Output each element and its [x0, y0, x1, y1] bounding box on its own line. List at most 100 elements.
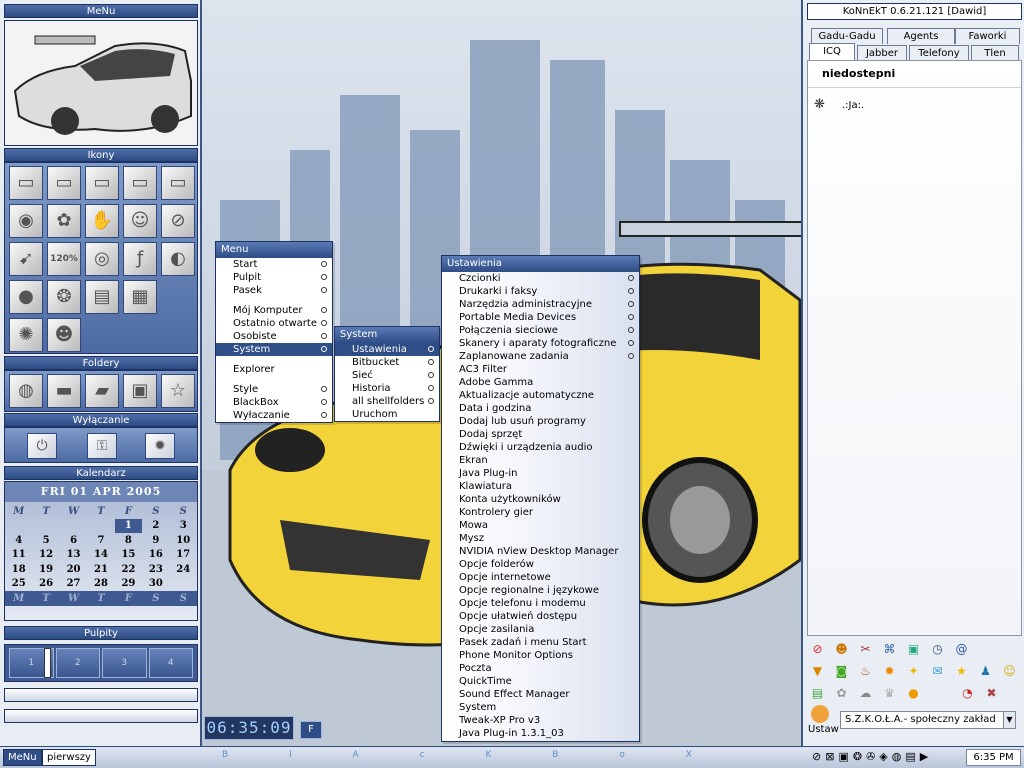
- tray-icon[interactable]: ▶: [920, 750, 928, 763]
- settings-menu-item[interactable]: Kontrolery gier: [442, 506, 639, 519]
- main-menu-item[interactable]: Pulpit: [216, 271, 332, 284]
- system-menu-item[interactable]: Ustawienia: [335, 343, 439, 356]
- calendar-day[interactable]: 6: [60, 533, 87, 548]
- calendar-day[interactable]: 19: [32, 562, 59, 577]
- tab-tlen[interactable]: Tlen: [971, 45, 1019, 61]
- sphere-icon[interactable]: ●: [9, 280, 43, 314]
- award-icon[interactable]: ♛: [881, 684, 898, 701]
- tab-icq[interactable]: ICQ: [809, 43, 855, 61]
- settings-menu-item[interactable]: Opcje regionalne i językowe: [442, 584, 639, 597]
- calendar-day[interactable]: 5: [32, 533, 59, 548]
- menu-title[interactable]: MeNu: [4, 4, 198, 18]
- settings-menu-item[interactable]: Java Plug-in 1.3.1_03: [442, 727, 639, 740]
- settings-menu-item[interactable]: Tweak-XP Pro v3: [442, 714, 639, 727]
- calendar-day[interactable]: 14: [87, 548, 114, 563]
- calendar-day[interactable]: 25: [5, 577, 32, 592]
- drive-icon[interactable]: ▭: [161, 166, 195, 200]
- clock-icon[interactable]: ◷: [929, 640, 946, 657]
- main-menu-item[interactable]: Ostatnio otwarte: [216, 317, 332, 330]
- calendar-day[interactable]: 10: [170, 533, 197, 548]
- calendar-day[interactable]: 22: [115, 562, 142, 577]
- settings-menu-item[interactable]: Phone Monitor Options: [442, 649, 639, 662]
- settings-menu-item[interactable]: Dźwięki i urządzenia audio: [442, 441, 639, 454]
- film-icon[interactable]: ▤: [85, 280, 119, 314]
- main-menu-item[interactable]: BlackBox: [216, 396, 332, 409]
- main-menu-item[interactable]: Style: [216, 383, 332, 396]
- chevron-down-icon[interactable]: ▼: [1003, 712, 1015, 728]
- settings-menu-item[interactable]: Opcje internetowe: [442, 571, 639, 584]
- checker-icon[interactable]: ▦: [123, 280, 157, 314]
- star-folder-icon[interactable]: ☆: [161, 374, 195, 408]
- messenger-icon[interactable]: ✿: [47, 204, 81, 238]
- calendar-day[interactable]: 13: [60, 548, 87, 563]
- tray-icon[interactable]: ⊘: [812, 750, 821, 763]
- settings-menu-item[interactable]: Opcje folderów: [442, 558, 639, 571]
- tab-telefony[interactable]: Telefony: [909, 45, 969, 61]
- f-button[interactable]: F: [300, 721, 322, 739]
- calendar-day[interactable]: 28: [87, 577, 114, 592]
- calendar-day[interactable]: 17: [170, 548, 197, 563]
- tray-icon[interactable]: ⊠: [825, 750, 834, 763]
- workspace-2[interactable]: 2: [55, 648, 100, 678]
- settings-menu-item[interactable]: Zaplanowane zadania: [442, 350, 639, 363]
- drive-icon[interactable]: ▭: [47, 166, 81, 200]
- calendar-day[interactable]: 8: [115, 533, 142, 548]
- tab-faworki[interactable]: Faworki: [955, 28, 1020, 44]
- key-icon[interactable]: ⚿: [87, 433, 117, 459]
- settings-menu-item[interactable]: Skanery i aparaty fotograficzne: [442, 337, 639, 350]
- firefox-icon[interactable]: ◉: [9, 204, 43, 238]
- folder-icon[interactable]: ▰: [85, 374, 119, 408]
- tray-icon[interactable]: ❂: [853, 750, 862, 763]
- calendar-day[interactable]: 20: [60, 562, 87, 577]
- system-menu-item[interactable]: Sieć: [335, 369, 439, 382]
- main-menu-item[interactable]: Osobiste: [216, 330, 332, 343]
- main-menu-item[interactable]: Pasek: [216, 284, 332, 297]
- cloud-icon[interactable]: ☁: [857, 684, 874, 701]
- settings-menu-item[interactable]: Aktualizacje automatyczne: [442, 389, 639, 402]
- card-folder-icon[interactable]: ▣: [123, 374, 157, 408]
- taskbar-clock[interactable]: 6:35 PM: [966, 749, 1021, 766]
- chat-icon[interactable]: ✉: [929, 662, 946, 679]
- arrow-icon[interactable]: ➹: [9, 242, 43, 276]
- taskbar-menu-button[interactable]: MeNu: [3, 749, 42, 766]
- main-menu-item[interactable]: Start: [216, 258, 332, 271]
- smile-icon[interactable]: ☺: [1001, 662, 1018, 679]
- sun-icon[interactable]: ✹: [881, 662, 898, 679]
- calendar-day[interactable]: 4: [5, 533, 32, 548]
- face-icon[interactable]: ☻: [47, 318, 81, 352]
- alarm-icon[interactable]: ◔: [959, 684, 976, 701]
- settings-menu-item[interactable]: Konta użytkowników: [442, 493, 639, 506]
- power-icon[interactable]: ⏻: [27, 433, 57, 459]
- system-menu-item[interactable]: Uruchom: [335, 408, 439, 421]
- contact-item[interactable]: .:Ja:.: [842, 100, 864, 111]
- no-entry-icon[interactable]: ⊘: [161, 204, 195, 238]
- no-entry-icon[interactable]: ⊘: [809, 640, 826, 657]
- tray-icon[interactable]: ◈: [879, 750, 887, 763]
- flower-icon[interactable]: ✿: [833, 684, 850, 701]
- settings-menu-item[interactable]: Drukarki i faksy: [442, 285, 639, 298]
- menu-car-image[interactable]: [4, 20, 198, 146]
- tray-icon[interactable]: ▣: [838, 750, 848, 763]
- settings-menu-item[interactable]: Dodaj sprzęt: [442, 428, 639, 441]
- settings-menu-item[interactable]: AC3 Filter: [442, 363, 639, 376]
- settings-menu-item[interactable]: Narzędzia administracyjne: [442, 298, 639, 311]
- group-header[interactable]: niedostepni: [822, 67, 895, 80]
- settings-menu-item[interactable]: Dodaj lub usuń programy: [442, 415, 639, 428]
- disc-folder-icon[interactable]: ◍: [9, 374, 43, 408]
- tray-icon[interactable]: ◍: [892, 750, 902, 763]
- tools-icon[interactable]: ✂: [857, 640, 874, 657]
- star-icon[interactable]: ★: [953, 662, 970, 679]
- main-menu-item[interactable]: Wyłaczanie: [216, 409, 332, 422]
- pager-window-marker[interactable]: [44, 648, 51, 678]
- orb-icon[interactable]: ❂: [47, 280, 81, 314]
- settings-menu-item[interactable]: Opcje ułatwień dostępu: [442, 610, 639, 623]
- settings-menu-item[interactable]: Data i godzina: [442, 402, 639, 415]
- people-icon[interactable]: ♟: [977, 662, 994, 679]
- settings-menu-item[interactable]: Czcionki: [442, 272, 639, 285]
- system-menu-item[interactable]: Historia: [335, 382, 439, 395]
- calendar-day[interactable]: 21: [87, 562, 114, 577]
- tab-gadu-gadu[interactable]: Gadu-Gadu: [811, 28, 883, 44]
- settings-menu-item[interactable]: Adobe Gamma: [442, 376, 639, 389]
- calendar-day[interactable]: 16: [142, 548, 169, 563]
- calendar-day[interactable]: 29: [115, 577, 142, 592]
